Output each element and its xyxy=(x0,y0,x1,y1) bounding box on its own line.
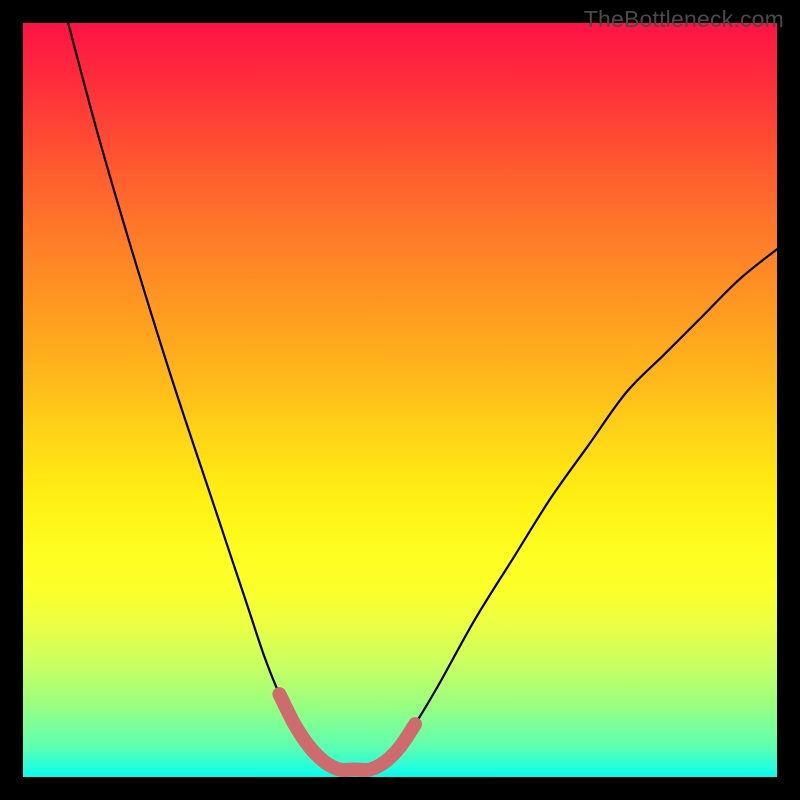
chart-frame: TheBottleneck.com xyxy=(0,0,800,800)
thick-highlight xyxy=(279,694,415,770)
left-curve xyxy=(68,23,324,762)
right-curve xyxy=(385,249,777,762)
watermark-text: TheBottleneck.com xyxy=(584,6,784,33)
curves-svg xyxy=(23,23,777,777)
gradient-plot-area xyxy=(23,23,777,777)
